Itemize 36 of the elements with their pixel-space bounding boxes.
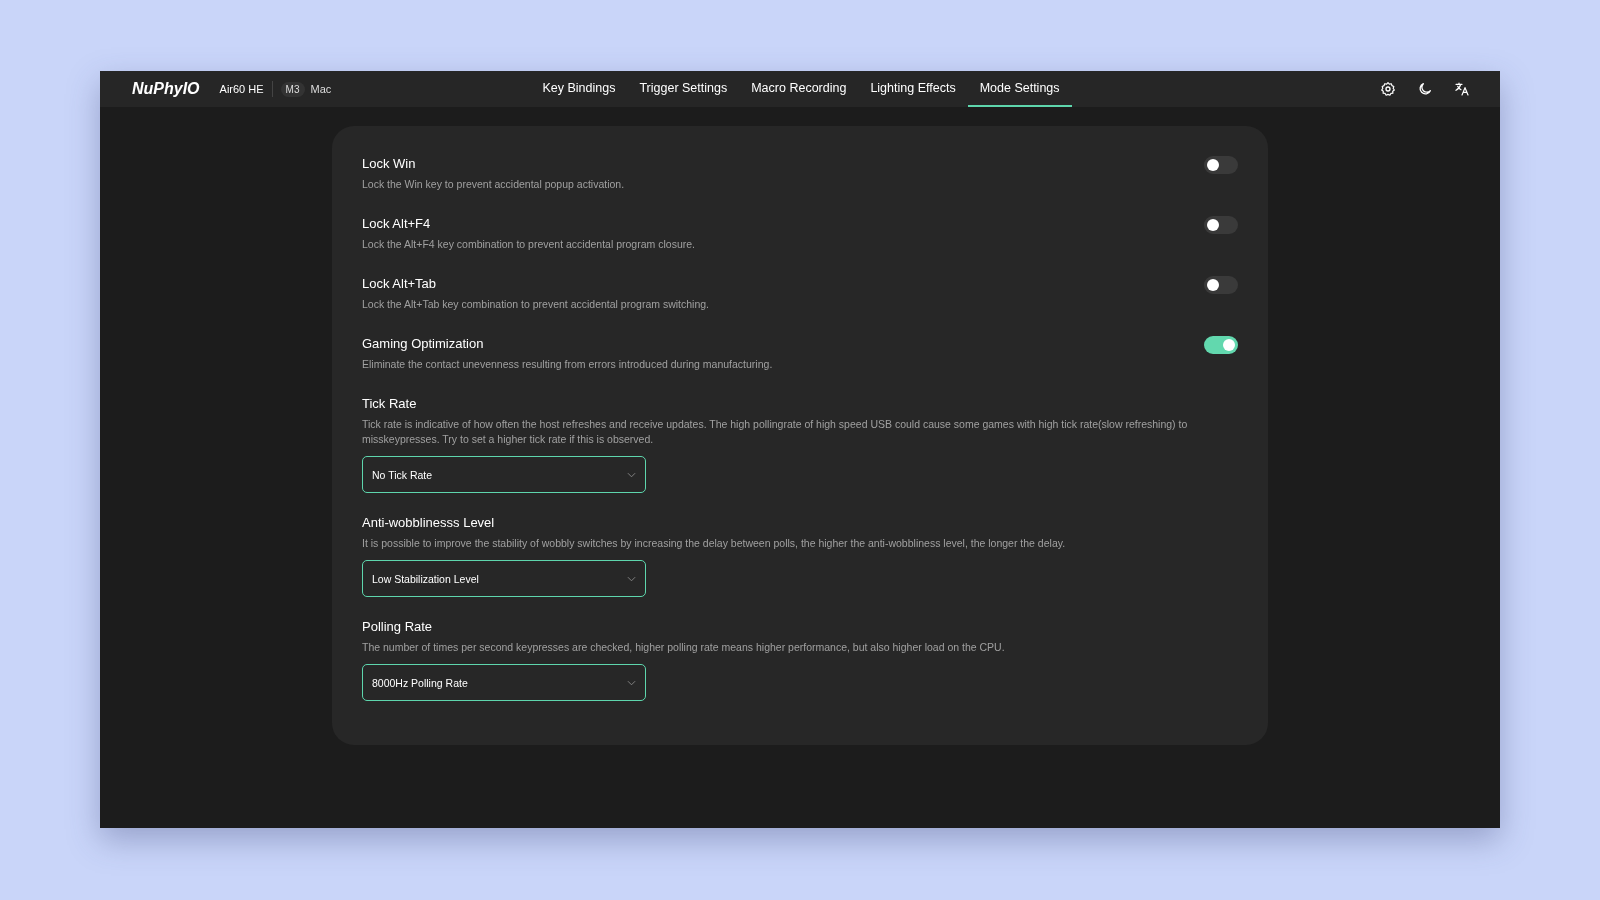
chip-badge: M3 — [280, 81, 305, 97]
setting-title: Lock Alt+F4 — [362, 216, 432, 231]
dropdown-select[interactable]: Low Stabilization Level — [362, 560, 646, 597]
nav-tab[interactable]: Trigger Settings — [627, 71, 740, 107]
settings-icon[interactable] — [1380, 81, 1396, 97]
nav-tab[interactable]: Mode Settings — [967, 71, 1072, 107]
device-name: Air60 HE — [219, 83, 264, 95]
toggle-switch[interactable] — [1204, 216, 1238, 234]
chevron-down-icon — [627, 575, 636, 582]
setting-title: Anti-wobblinesss Level — [362, 515, 496, 530]
chevron-down-icon — [627, 679, 636, 686]
moon-icon[interactable] — [1417, 81, 1433, 97]
brand-logo: NuPhyIO — [132, 80, 200, 98]
nav-tab[interactable]: Lighting Effects — [858, 71, 968, 107]
setting-description: Tick rate is indicative of how often the host refreshes and receive updates. The high pollingrate of high speed USB could cause some games with high tick rate(slow refreshing) to misskeypresses. Try to set a higher tick rate if this is observed. — [362, 417, 1189, 447]
toggle-switch[interactable] — [1204, 156, 1238, 174]
os-label: Mac — [310, 83, 332, 95]
setting-title: Gaming Optimization — [362, 336, 485, 351]
setting-title: Tick Rate — [362, 396, 418, 411]
setting-description: Lock the Alt+F4 key combination to prevent accidental program closure. — [362, 237, 696, 252]
dropdown-select[interactable]: 8000Hz Polling Rate — [362, 664, 646, 701]
dropdown-select[interactable]: No Tick Rate — [362, 456, 646, 493]
setting-title: Lock Win — [362, 156, 417, 171]
setting-description: The number of times per second keypresses are checked, higher polling rate means higher performance, but also higher load on the CPU. — [362, 640, 1006, 655]
toggle-switch[interactable] — [1204, 276, 1238, 294]
setting-title: Lock Alt+Tab — [362, 276, 438, 291]
setting-title: Polling Rate — [362, 619, 434, 634]
setting-description: It is possible to improve the stability of wobbly switches by increasing the delay between polls, the higher the anti-wobbliness level, the longer the delay. — [362, 536, 1067, 551]
translate-icon[interactable] — [1454, 81, 1470, 97]
setting-description: Lock the Win key to prevent accidental popup activation. — [362, 177, 626, 192]
toggle-switch[interactable] — [1204, 336, 1238, 354]
nav-tab[interactable]: Macro Recording — [739, 71, 859, 107]
chevron-down-icon — [627, 471, 636, 478]
nav-tab[interactable]: Key Bindings — [530, 71, 628, 107]
setting-description: Eliminate the contact unevenness resulting from errors introduced during manufacturing. — [362, 357, 774, 372]
setting-description: Lock the Alt+Tab key combination to prevent accidental program switching. — [362, 297, 710, 312]
